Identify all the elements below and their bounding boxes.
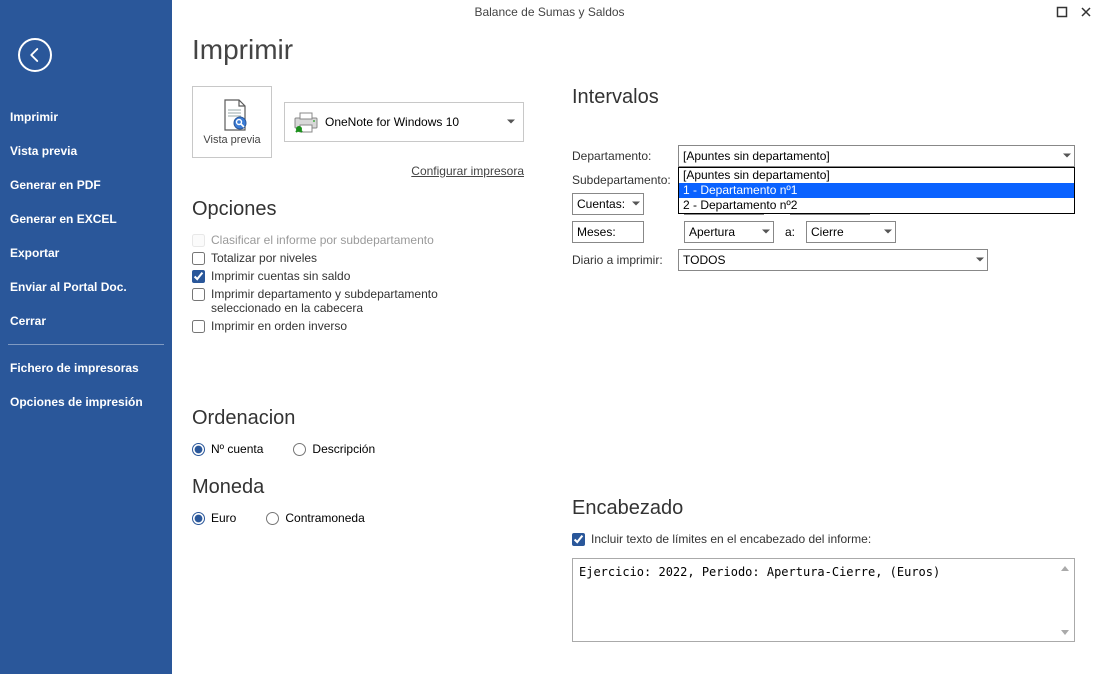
- sidebar-item-label: Generar en PDF: [10, 178, 101, 192]
- dropdown-option[interactable]: 1 - Departamento nº1: [679, 183, 1074, 198]
- sidebar-item-pdf[interactable]: Generar en PDF: [0, 168, 172, 202]
- checkbox-totalizar[interactable]: [192, 252, 205, 265]
- sidebar-item-label: Opciones de impresión: [10, 395, 143, 409]
- diario-label: Diario a imprimir:: [572, 253, 678, 267]
- maximize-icon[interactable]: [1055, 5, 1069, 19]
- main-content: Imprimir: [172, 0, 1099, 674]
- sidebar-item-label: Fichero de impresoras: [10, 361, 139, 375]
- dropdown-option[interactable]: [Apuntes sin departamento]: [679, 168, 1074, 183]
- select-value: Apertura: [689, 225, 735, 239]
- departamento-select[interactable]: [Apuntes sin departamento]: [678, 145, 1075, 167]
- checkbox-label: Imprimir cuentas sin saldo: [211, 269, 350, 283]
- sidebar-item-label: Enviar al Portal Doc.: [10, 280, 127, 294]
- encabezado-textarea[interactable]: [572, 558, 1075, 642]
- close-icon[interactable]: [1079, 5, 1093, 19]
- checkbox-label: Clasificar el informe por subdepartament…: [211, 233, 434, 247]
- radio-cuenta-input[interactable]: [192, 443, 205, 456]
- scroll-down-icon[interactable]: [1057, 624, 1073, 640]
- window-buttons: [1055, 0, 1093, 24]
- check-clasificar: Clasificar el informe por subdepartament…: [192, 233, 542, 247]
- radio-label: Nº cuenta: [211, 442, 263, 456]
- radio-label: Descripción: [312, 442, 375, 456]
- radio-label: Contramoneda: [285, 511, 364, 525]
- intervalos-heading: Intervalos: [572, 86, 1075, 109]
- a-label: a:: [780, 225, 800, 239]
- chevron-down-icon: [976, 258, 984, 263]
- sidebar-item-label: Generar en EXCEL: [10, 212, 117, 226]
- sidebar-item-label: Vista previa: [10, 144, 77, 158]
- mes-hasta-select[interactable]: Cierre: [806, 221, 896, 243]
- checkbox-clasificar: [192, 234, 205, 247]
- chevron-down-icon: [632, 202, 640, 207]
- configurar-impresora-link[interactable]: Configurar impresora: [411, 164, 524, 178]
- check-dept-cabecera[interactable]: Imprimir departamento y subdepartamento …: [192, 287, 542, 315]
- checkbox-label: Imprimir departamento y subdepartamento …: [211, 287, 471, 315]
- printer-name: OneNote for Windows 10: [325, 115, 459, 129]
- select-value: TODOS: [683, 253, 725, 267]
- check-totalizar[interactable]: Totalizar por niveles: [192, 251, 542, 265]
- chevron-down-icon: [507, 120, 515, 125]
- check-sin-saldo[interactable]: Imprimir cuentas sin saldo: [192, 269, 542, 283]
- radio-euro[interactable]: Euro: [192, 511, 236, 525]
- checkbox-label: Incluir texto de límites en el encabezad…: [591, 532, 871, 546]
- sidebar: Imprimir Vista previa Generar en PDF Gen…: [0, 0, 172, 674]
- radio-euro-input[interactable]: [192, 512, 205, 525]
- dropdown-option[interactable]: 2 - Departamento nº2: [679, 198, 1074, 213]
- radio-contramoneda-input[interactable]: [266, 512, 279, 525]
- printer-select[interactable]: OneNote for Windows 10: [284, 102, 524, 142]
- chevron-down-icon: [884, 230, 892, 235]
- sidebar-item-imprimir[interactable]: Imprimir: [0, 100, 172, 134]
- checkbox-dept-cabecera[interactable]: [192, 288, 205, 301]
- meses-select-label[interactable]: Meses:: [572, 221, 644, 243]
- back-button[interactable]: [18, 38, 52, 72]
- sidebar-item-fichero-impresoras[interactable]: Fichero de impresoras: [0, 351, 172, 385]
- checkbox-sin-saldo[interactable]: [192, 270, 205, 283]
- sidebar-item-label: Exportar: [10, 246, 59, 260]
- diario-select[interactable]: TODOS: [678, 249, 988, 271]
- radio-cuenta[interactable]: Nº cuenta: [192, 442, 263, 456]
- cuentas-select[interactable]: Cuentas:: [572, 193, 644, 215]
- chevron-down-icon: [762, 230, 770, 235]
- radio-descripcion[interactable]: Descripción: [293, 442, 375, 456]
- scroll-up-icon[interactable]: [1057, 560, 1073, 576]
- sidebar-item-label: Cerrar: [10, 314, 46, 328]
- sidebar-item-portal[interactable]: Enviar al Portal Doc.: [0, 270, 172, 304]
- sidebar-item-cerrar[interactable]: Cerrar: [0, 304, 172, 338]
- sidebar-item-excel[interactable]: Generar en EXCEL: [0, 202, 172, 236]
- ordenacion-heading: Ordenacion: [192, 407, 542, 430]
- printer-icon: [293, 112, 317, 132]
- mes-desde-select[interactable]: Apertura: [684, 221, 774, 243]
- select-value: Meses:: [577, 225, 616, 239]
- select-value: Cuentas:: [577, 197, 625, 211]
- sidebar-item-vista-previa[interactable]: Vista previa: [0, 134, 172, 168]
- radio-contramoneda[interactable]: Contramoneda: [266, 511, 364, 525]
- moneda-heading: Moneda: [192, 476, 542, 499]
- sidebar-item-opciones-impresion[interactable]: Opciones de impresión: [0, 385, 172, 419]
- checkbox-label: Imprimir en orden inverso: [211, 319, 347, 333]
- sidebar-item-label: Imprimir: [10, 110, 58, 124]
- checkbox-orden-inverso[interactable]: [192, 320, 205, 333]
- encabezado-heading: Encabezado: [572, 497, 1075, 520]
- checkbox-incluir-texto[interactable]: [572, 533, 585, 546]
- vista-previa-button[interactable]: Vista previa: [192, 86, 272, 158]
- chevron-down-icon: [1063, 154, 1071, 159]
- departamento-dropdown[interactable]: [Apuntes sin departamento] 1 - Departame…: [678, 167, 1075, 214]
- radio-label: Euro: [211, 511, 236, 525]
- vista-previa-label: Vista previa: [203, 134, 260, 146]
- departamento-label: Departamento:: [572, 149, 678, 163]
- subdepartamento-label: Subdepartamento:: [572, 173, 678, 187]
- page-title: Imprimir: [192, 34, 1075, 66]
- document-preview-icon: [219, 98, 245, 130]
- window-title: Balance de Sumas y Saldos: [474, 5, 624, 19]
- checkbox-label: Totalizar por niveles: [211, 251, 317, 265]
- select-value: Cierre: [811, 225, 844, 239]
- check-incluir-texto[interactable]: Incluir texto de límites en el encabezad…: [572, 532, 1075, 546]
- opciones-heading: Opciones: [192, 198, 542, 221]
- title-bar: Balance de Sumas y Saldos: [0, 0, 1099, 24]
- sidebar-separator: [8, 344, 164, 345]
- radio-descripcion-input[interactable]: [293, 443, 306, 456]
- sidebar-item-exportar[interactable]: Exportar: [0, 236, 172, 270]
- select-value: [Apuntes sin departamento]: [683, 149, 830, 163]
- check-orden-inverso[interactable]: Imprimir en orden inverso: [192, 319, 542, 333]
